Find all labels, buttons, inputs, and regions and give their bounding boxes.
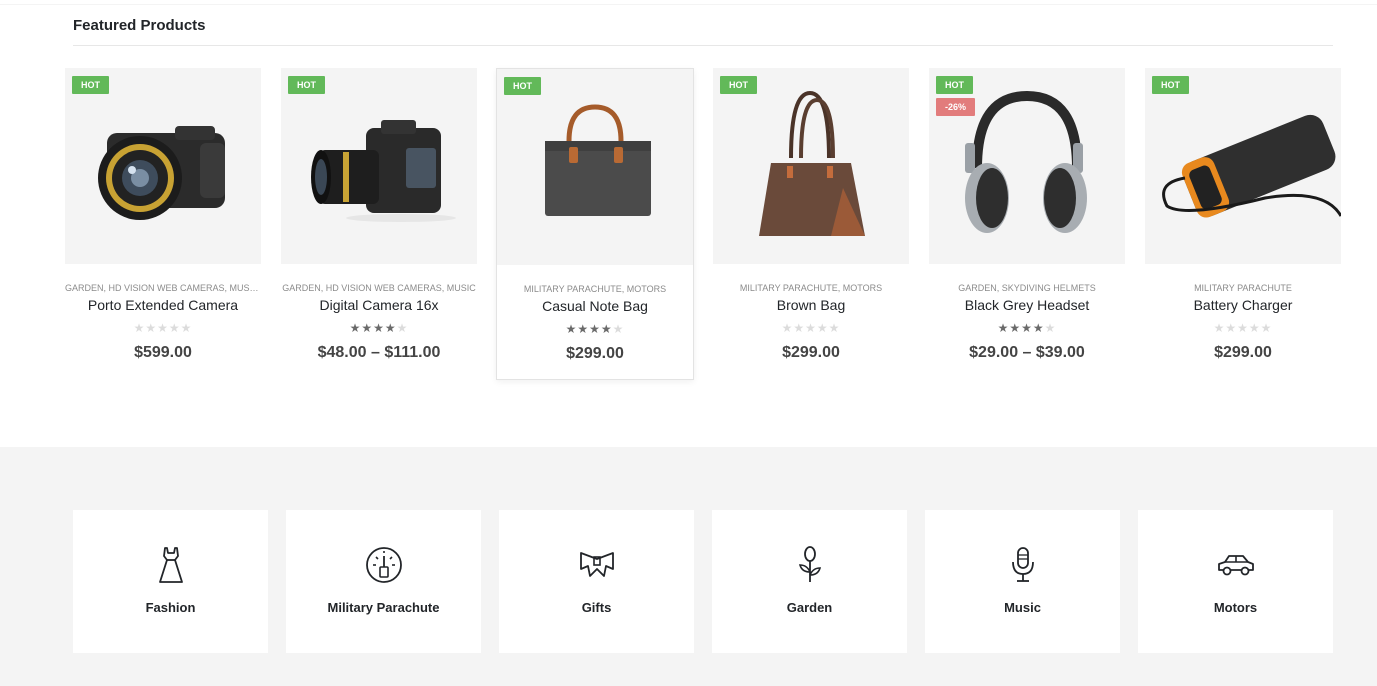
star-empty-icon: ★ [1248,321,1261,335]
product-image[interactable] [497,69,693,265]
category-label: Music [1004,600,1041,615]
star-empty-icon: ★ [168,321,181,335]
bow-icon [580,552,614,577]
tote-bag-icon [759,90,865,236]
star-empty-icon: ★ [781,321,794,335]
hot-badge: HOT [720,76,757,94]
rating-stars: ★★★★★ [65,321,261,335]
star-empty-icon: ★ [1044,321,1057,335]
product-name[interactable]: Casual Note Bag [497,298,693,314]
star-empty-icon: ★ [396,321,409,335]
star-empty-icon: ★ [816,321,829,335]
flower-icon [798,546,822,582]
note-bag-icon [545,104,651,216]
section-divider [73,45,1333,46]
rating-stars: ★★★★★ [1145,321,1341,335]
category-military-parachute[interactable]: Military Parachute [286,510,481,653]
product-categories[interactable]: GARDEN, HD VISION WEB CAMERAS, MUSIC... [65,283,261,293]
product-card[interactable]: HOT GARDEN, HD VISION WEB CAMERAS, MUSIC… [65,68,263,380]
gauge-icon [366,547,402,583]
star-filled-icon: ★ [373,321,385,335]
hot-badge: HOT [72,76,109,94]
rating-stars: ★★★★★ [497,322,693,336]
product-card[interactable]: HOT GARDEN, HD VISION WEB CAMERAS, MUSIC… [281,68,479,380]
star-empty-icon: ★ [133,321,146,335]
star-filled-icon: ★ [361,321,374,335]
star-empty-icon: ★ [805,321,817,335]
star-filled-icon: ★ [1032,321,1045,335]
product-categories[interactable]: MILITARY PARACHUTE, MOTORS [713,283,909,293]
power-bank-icon [1162,114,1341,218]
product-name[interactable]: Black Grey Headset [929,297,1125,313]
category-garden[interactable]: Garden [712,510,907,653]
product-name[interactable]: Porto Extended Camera [65,297,261,313]
rating-stars: ★★★★★ [281,321,477,335]
camera-lens-icon [98,126,225,220]
product-price: $29.00 – $39.00 [969,344,1085,361]
sale-badge: -26% [936,98,976,116]
star-empty-icon: ★ [1237,321,1249,335]
star-empty-icon: ★ [1213,321,1226,335]
star-filled-icon: ★ [1021,321,1033,335]
hot-badge: HOT [504,77,541,95]
product-card[interactable]: HOT -26% GARDEN, SKYDIVING HELMETS Black… [929,68,1127,380]
star-empty-icon: ★ [145,321,158,335]
section-title: Featured Products [73,17,206,34]
product-image[interactable] [713,68,909,264]
star-filled-icon: ★ [600,322,613,336]
hot-badge: HOT [1152,76,1189,94]
star-filled-icon: ★ [349,321,362,335]
product-categories[interactable]: MILITARY PARACHUTE, MOTORS [497,284,693,294]
hot-badge: HOT [936,76,973,94]
hot-badge: HOT [288,76,325,94]
product-categories[interactable]: GARDEN, HD VISION WEB CAMERAS, MUSIC [281,283,477,293]
star-filled-icon: ★ [565,322,578,336]
product-categories[interactable]: MILITARY PARACHUTE [1145,283,1341,293]
category-label: Gifts [581,600,612,615]
product-name[interactable]: Brown Bag [713,297,909,313]
category-label: Motors [1213,600,1258,615]
star-filled-icon: ★ [577,322,590,336]
dress-icon [159,547,183,583]
category-label: Garden [786,600,833,615]
rating-stars: ★★★★★ [713,321,909,335]
category-motors[interactable]: Motors [1138,510,1333,653]
product-image[interactable] [65,68,261,264]
star-filled-icon: ★ [589,322,601,336]
rating-stars: ★★★★★ [929,321,1125,335]
product-card[interactable]: HOT MILITARY PARACHUTE, MOTORS Brown Bag… [713,68,911,380]
product-image[interactable] [1145,68,1341,264]
star-filled-icon: ★ [1009,321,1022,335]
top-divider [0,4,1377,5]
star-empty-icon: ★ [828,321,841,335]
star-empty-icon: ★ [1260,321,1273,335]
product-price: $299.00 [782,344,840,361]
star-filled-icon: ★ [384,321,397,335]
star-empty-icon: ★ [157,321,169,335]
category-music[interactable]: Music [925,510,1120,653]
product-name[interactable]: Battery Charger [1145,297,1341,313]
product-price: $299.00 [566,345,624,362]
product-card[interactable]: HOT MILITARY PARACHUTE, MOTORS Casual No… [496,68,694,380]
category-fashion[interactable]: Fashion [73,510,268,653]
star-filled-icon: ★ [997,321,1010,335]
category-gifts[interactable]: Gifts [499,510,694,653]
product-price: $599.00 [134,344,192,361]
product-image[interactable] [281,68,477,264]
car-icon [1218,555,1254,576]
product-categories[interactable]: GARDEN, SKYDIVING HELMETS [929,283,1125,293]
star-empty-icon: ★ [180,321,193,335]
star-empty-icon: ★ [612,322,625,336]
category-label: Military Parachute [327,600,440,615]
product-card[interactable]: HOT MILITARY PARACHUTE Battery Charger ★… [1145,68,1343,380]
product-price: $299.00 [1214,344,1272,361]
product-price: $48.00 – $111.00 [317,344,441,361]
category-label: Fashion [145,600,196,615]
star-empty-icon: ★ [1225,321,1238,335]
microphone-icon [1012,547,1034,582]
star-empty-icon: ★ [793,321,806,335]
product-name[interactable]: Digital Camera 16x [281,297,477,313]
dslr-camera-icon [311,120,456,222]
